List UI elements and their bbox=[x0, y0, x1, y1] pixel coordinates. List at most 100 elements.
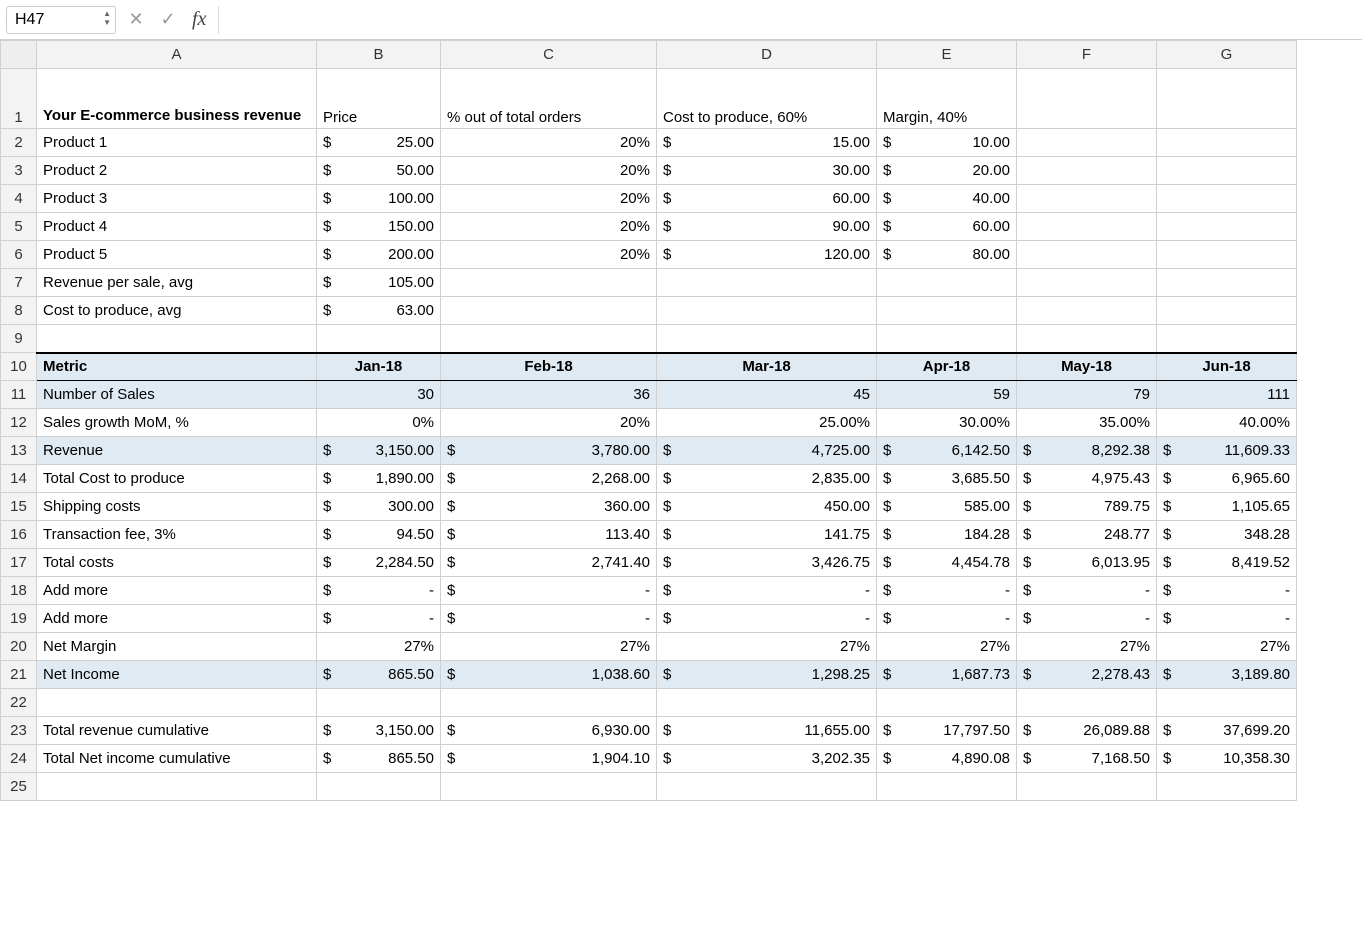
cell[interactable] bbox=[657, 269, 877, 297]
spreadsheet-grid[interactable]: A B C D E F G 1Your E-commerce business … bbox=[0, 40, 1362, 801]
cell[interactable] bbox=[657, 689, 877, 717]
product-margin[interactable]: $20.00 bbox=[877, 157, 1017, 185]
cumulative-label[interactable]: Total Net income cumulative bbox=[37, 745, 317, 773]
product-price[interactable]: $25.00 bbox=[317, 129, 441, 157]
cancel-icon[interactable]: ✕ bbox=[124, 9, 148, 30]
row-header-15[interactable]: 15 bbox=[1, 493, 37, 521]
product-pct[interactable]: 20% bbox=[441, 241, 657, 269]
cell[interactable] bbox=[657, 773, 877, 801]
month-header[interactable]: Apr-18 bbox=[877, 353, 1017, 381]
row-header-24[interactable]: 24 bbox=[1, 745, 37, 773]
cell[interactable] bbox=[441, 297, 657, 325]
metric-value[interactable]: $3,685.50 bbox=[877, 465, 1017, 493]
metric-value[interactable]: $585.00 bbox=[877, 493, 1017, 521]
row-header-19[interactable]: 19 bbox=[1, 605, 37, 633]
cumulative-value[interactable]: $17,797.50 bbox=[877, 717, 1017, 745]
product-pct[interactable]: 20% bbox=[441, 157, 657, 185]
month-header[interactable]: May-18 bbox=[1017, 353, 1157, 381]
cumulative-value[interactable]: $26,089.88 bbox=[1017, 717, 1157, 745]
cell[interactable] bbox=[37, 773, 317, 801]
cell[interactable] bbox=[1157, 69, 1297, 129]
metric-value[interactable]: 111 bbox=[1157, 381, 1297, 409]
metric-value[interactable]: 27% bbox=[657, 633, 877, 661]
cell[interactable] bbox=[37, 689, 317, 717]
metric-value[interactable]: $- bbox=[657, 577, 877, 605]
metric-value[interactable]: $184.28 bbox=[877, 521, 1017, 549]
metric-label[interactable]: Sales growth MoM, % bbox=[37, 409, 317, 437]
metric-value[interactable]: 36 bbox=[441, 381, 657, 409]
title-cell[interactable]: Your E-commerce business revenue bbox=[37, 69, 317, 129]
cell[interactable] bbox=[1017, 773, 1157, 801]
chevron-down-icon[interactable]: ▼ bbox=[103, 18, 111, 27]
row-header-18[interactable]: 18 bbox=[1, 577, 37, 605]
metric-value[interactable]: $94.50 bbox=[317, 521, 441, 549]
col-header-D[interactable]: D bbox=[657, 41, 877, 69]
row-header-16[interactable]: 16 bbox=[1, 521, 37, 549]
metric-value[interactable]: $- bbox=[1017, 605, 1157, 633]
cell[interactable] bbox=[877, 325, 1017, 353]
product-price[interactable]: $100.00 bbox=[317, 185, 441, 213]
row-header-23[interactable]: 23 bbox=[1, 717, 37, 745]
product-pct[interactable]: 20% bbox=[441, 129, 657, 157]
cell[interactable] bbox=[317, 325, 441, 353]
cell[interactable] bbox=[1017, 297, 1157, 325]
metric-value[interactable]: 30.00% bbox=[877, 409, 1017, 437]
metric-value[interactable]: 27% bbox=[1017, 633, 1157, 661]
metric-value[interactable]: $- bbox=[317, 605, 441, 633]
metric-value[interactable]: $3,150.00 bbox=[317, 437, 441, 465]
row-header-1[interactable]: 1 bbox=[1, 69, 37, 129]
metric-label[interactable]: Total Cost to produce bbox=[37, 465, 317, 493]
metric-value[interactable]: $8,419.52 bbox=[1157, 549, 1297, 577]
metric-value[interactable]: 30 bbox=[317, 381, 441, 409]
confirm-icon[interactable]: ✓ bbox=[156, 9, 180, 30]
col-header-F[interactable]: F bbox=[1017, 41, 1157, 69]
row-header-3[interactable]: 3 bbox=[1, 157, 37, 185]
row-header-12[interactable]: 12 bbox=[1, 409, 37, 437]
metric-value[interactable]: 59 bbox=[877, 381, 1017, 409]
metric-value[interactable]: $- bbox=[441, 577, 657, 605]
cell[interactable] bbox=[441, 325, 657, 353]
formula-input[interactable] bbox=[218, 6, 1356, 34]
cell[interactable] bbox=[1157, 269, 1297, 297]
metric-label[interactable]: Net Margin bbox=[37, 633, 317, 661]
metric-value[interactable]: $4,975.43 bbox=[1017, 465, 1157, 493]
col-header-G[interactable]: G bbox=[1157, 41, 1297, 69]
metric-value[interactable]: 27% bbox=[317, 633, 441, 661]
cell[interactable] bbox=[877, 269, 1017, 297]
metric-value[interactable]: $2,741.40 bbox=[441, 549, 657, 577]
cell[interactable] bbox=[1157, 157, 1297, 185]
metric-value[interactable]: $2,835.00 bbox=[657, 465, 877, 493]
cell[interactable] bbox=[1157, 185, 1297, 213]
row-header-5[interactable]: 5 bbox=[1, 213, 37, 241]
hdr-pct[interactable]: % out of total orders bbox=[441, 69, 657, 129]
product-price[interactable]: $50.00 bbox=[317, 157, 441, 185]
product-cost[interactable]: $60.00 bbox=[657, 185, 877, 213]
product-cost[interactable]: $120.00 bbox=[657, 241, 877, 269]
metric-value[interactable]: 27% bbox=[441, 633, 657, 661]
product-margin[interactable]: $10.00 bbox=[877, 129, 1017, 157]
cell[interactable] bbox=[441, 773, 657, 801]
cell[interactable] bbox=[1157, 213, 1297, 241]
metric-label[interactable]: Shipping costs bbox=[37, 493, 317, 521]
product-name[interactable]: Product 4 bbox=[37, 213, 317, 241]
metric-value[interactable]: $1,890.00 bbox=[317, 465, 441, 493]
cumulative-label[interactable]: Total revenue cumulative bbox=[37, 717, 317, 745]
metric-value[interactable]: $- bbox=[877, 605, 1017, 633]
product-name[interactable]: Product 5 bbox=[37, 241, 317, 269]
metric-value[interactable]: $6,013.95 bbox=[1017, 549, 1157, 577]
metric-value[interactable]: 79 bbox=[1017, 381, 1157, 409]
cell[interactable] bbox=[1017, 213, 1157, 241]
metric-value[interactable]: $3,189.80 bbox=[1157, 661, 1297, 689]
row-header-17[interactable]: 17 bbox=[1, 549, 37, 577]
metric-header[interactable]: Metric bbox=[37, 353, 317, 381]
cell[interactable] bbox=[1017, 269, 1157, 297]
metric-value[interactable]: $- bbox=[877, 577, 1017, 605]
metric-value[interactable]: $2,268.00 bbox=[441, 465, 657, 493]
metric-value[interactable]: $- bbox=[1017, 577, 1157, 605]
metric-value[interactable]: $360.00 bbox=[441, 493, 657, 521]
metric-value[interactable]: 45 bbox=[657, 381, 877, 409]
cumulative-value[interactable]: $3,150.00 bbox=[317, 717, 441, 745]
metric-value[interactable]: $6,965.60 bbox=[1157, 465, 1297, 493]
metric-value[interactable]: $3,780.00 bbox=[441, 437, 657, 465]
metric-value[interactable]: $- bbox=[1157, 577, 1297, 605]
